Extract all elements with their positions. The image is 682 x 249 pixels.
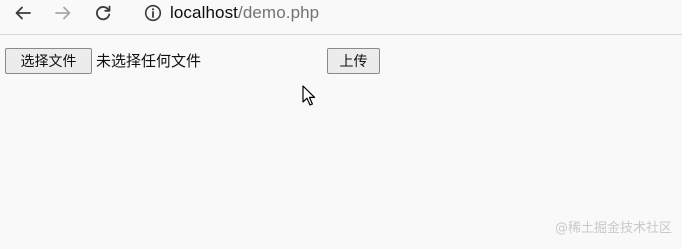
file-status-text: 未选择任何文件	[96, 52, 202, 70]
url-path: /demo.php	[238, 3, 320, 22]
forward-button[interactable]	[48, 0, 78, 26]
arrow-right-icon	[54, 4, 72, 22]
upload-button[interactable]: 上传	[327, 48, 380, 74]
page-content: 选择文件 未选择任何文件 上传 @稀土掘金技术社区	[0, 36, 682, 249]
browser-toolbar: localhost/demo.php	[0, 0, 682, 35]
url-text: localhost/demo.php	[170, 3, 319, 23]
choose-file-button[interactable]: 选择文件	[5, 48, 92, 74]
arrow-left-icon	[14, 4, 32, 22]
mouse-cursor-icon	[302, 85, 316, 111]
reload-button[interactable]	[88, 0, 118, 26]
watermark: @稀土掘金技术社区	[554, 221, 672, 236]
address-bar[interactable]: localhost/demo.php	[132, 0, 682, 26]
url-host: localhost	[170, 3, 238, 22]
back-button[interactable]	[8, 0, 38, 26]
info-icon[interactable]	[142, 2, 164, 24]
reload-icon	[94, 4, 112, 22]
